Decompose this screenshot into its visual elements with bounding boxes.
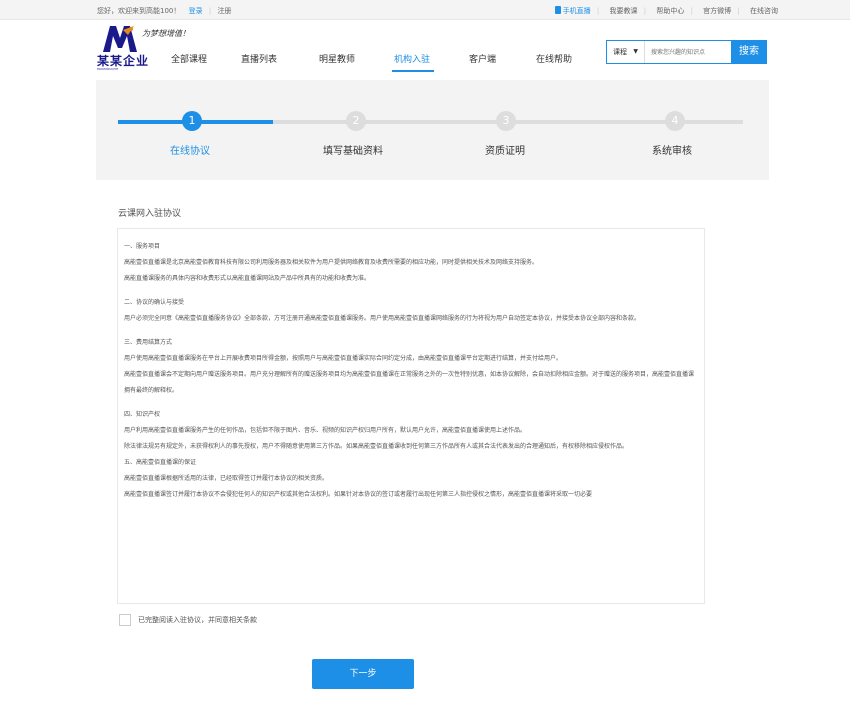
divider: | — [643, 7, 647, 15]
section-paragraph: 除法律法规另有规定外，未获得权利人的事先授权，用户不得随意使用第三方作品。如果高… — [124, 443, 629, 450]
section-heading: 四、知识产权 — [124, 411, 161, 418]
agree-checkbox[interactable] — [119, 614, 131, 626]
mobile-icon — [554, 6, 561, 14]
top-link-help[interactable]: 帮助中心 — [656, 7, 684, 15]
divider: | — [690, 7, 693, 15]
section-paragraph: 高能壹佰直播课签订并履行本协议不会侵犯任何人的知识产权或其他合法权利。如果针对本… — [124, 491, 593, 498]
login-link[interactable]: 登录 — [189, 7, 203, 15]
logo[interactable]: 为梦想增值！ 某某企业 MOUMOUQIYE — [97, 26, 190, 71]
nav-item-client[interactable]: 客户端 — [469, 52, 496, 65]
top-link-weibo[interactable]: 官方微博 — [703, 7, 731, 15]
step-4-circle: 4 — [665, 111, 685, 131]
top-link-consult[interactable]: 在线咨询 — [750, 7, 778, 15]
divider: | — [596, 7, 600, 15]
top-bar-left: 您好，欢迎来到高能100！ 登录 | 注册 — [97, 6, 231, 16]
nav-item-live-list[interactable]: 直播列表 — [241, 52, 277, 65]
search-input[interactable] — [651, 41, 731, 63]
step-2-label: 填写基础资料 — [323, 146, 383, 157]
logo-slogan: 为梦想增值！ — [142, 29, 190, 38]
step-3-label: 资质证明 — [485, 146, 525, 157]
logo-subtitle: MOUMOUQIYE — [97, 67, 119, 71]
nav-item-all-courses[interactable]: 全部课程 — [171, 52, 207, 65]
search-box: 课程 ▼ 搜索 — [606, 40, 767, 64]
section-heading: 二、协议的确认与接受 — [124, 299, 185, 306]
nav-active-underline — [392, 70, 434, 72]
divider: | — [208, 7, 212, 15]
top-bar-right: 手机直播 | 我要教课 | 帮助中心 | 官方微博 | 在线咨询 — [551, 6, 778, 16]
section-paragraph: 高能壹佰直播课根据所适用的法律，已经取得签订并履行本协议的相关资质。 — [124, 475, 329, 482]
nav-item-online-help[interactable]: 在线帮助 — [536, 52, 572, 65]
logo-mark-icon — [103, 26, 137, 52]
divider: | — [737, 7, 740, 15]
section-paragraph: 用户使用高能壹佰直播课服务在平台上开展收费项目所得金额，按照用户与高能壹佰直播课… — [124, 355, 563, 362]
register-link[interactable]: 注册 — [217, 7, 231, 15]
search-category-value: 课程 — [613, 48, 627, 56]
search-button[interactable]: 搜索 — [731, 40, 767, 64]
nav-item-star-teachers[interactable]: 明星教师 — [319, 52, 355, 65]
progress-steps: 1 2 3 4 在线协议 填写基础资料 资质证明 系统审核 — [96, 80, 769, 180]
agreement-title: 云课网入驻协议 — [118, 209, 182, 219]
section-paragraph: 高能直播课服务的具体内容和收费形式以高能直播课网站及产品中所具有的功能和收费为准… — [124, 275, 371, 282]
page: 您好，欢迎来到高能100！ 登录 | 注册 手机直播 | 我要教课 | 帮助中心… — [0, 0, 850, 703]
agree-checkbox-row[interactable]: 已完整阅读入驻协议，并同意相关条款 — [119, 614, 257, 626]
step-1-circle: 1 — [182, 111, 202, 131]
search-category-select[interactable]: 课程 ▼ — [607, 41, 645, 63]
nav-item-institution-join[interactable]: 机构入驻 — [394, 52, 430, 65]
top-link-teach[interactable]: 我要教课 — [610, 7, 638, 15]
section-heading: 五、高能壹佰直播课的保证 — [124, 459, 197, 466]
step-2-circle: 2 — [346, 111, 366, 131]
section-paragraph: 用户利用高能壹佰直播课服务产生的任何作品，包括但不限于图片、音乐、视频的知识产权… — [124, 427, 527, 434]
step-1-label: 在线协议 — [170, 146, 210, 157]
section-heading: 三、费用结算方式 — [124, 339, 173, 346]
top-link-mobile-live[interactable]: 手机直播 — [563, 7, 591, 15]
section-paragraph: 用户必须完全同意《高能壹佰直播服务协议》全部条款，方可注册开通高能壹佰直播课服务… — [124, 315, 641, 322]
step-4-label: 系统审核 — [652, 146, 692, 157]
agree-checkbox-label: 已完整阅读入驻协议，并同意相关条款 — [138, 616, 257, 624]
top-bar: 您好，欢迎来到高能100！ 登录 | 注册 手机直播 | 我要教课 | 帮助中心… — [0, 0, 850, 20]
next-step-button[interactable]: 下一步 — [312, 659, 414, 689]
caret-down-icon: ▼ — [633, 48, 638, 55]
section-paragraph: 高能壹佰直播课是北京高能壹佰教育科技有限公司利用服务器及相关软件为用户提供网络教… — [124, 259, 539, 266]
section-paragraph: 高能壹佰直播课会不定期向用户赠送服务项目。用户充分理解所有的赠送服务项目均为高能… — [124, 371, 695, 394]
section-heading: 一、服务项目 — [124, 243, 161, 250]
header: 为梦想增值！ 某某企业 MOUMOUQIYE 全部课程 直播列表 明星教师 机构… — [0, 20, 850, 72]
agreement-text-box: 一、服务项目 高能壹佰直播课是北京高能壹佰教育科技有限公司利用服务器及相关软件为… — [117, 228, 705, 604]
step-3-circle: 3 — [496, 111, 516, 131]
welcome-text: 您好，欢迎来到高能100！ — [97, 7, 181, 15]
